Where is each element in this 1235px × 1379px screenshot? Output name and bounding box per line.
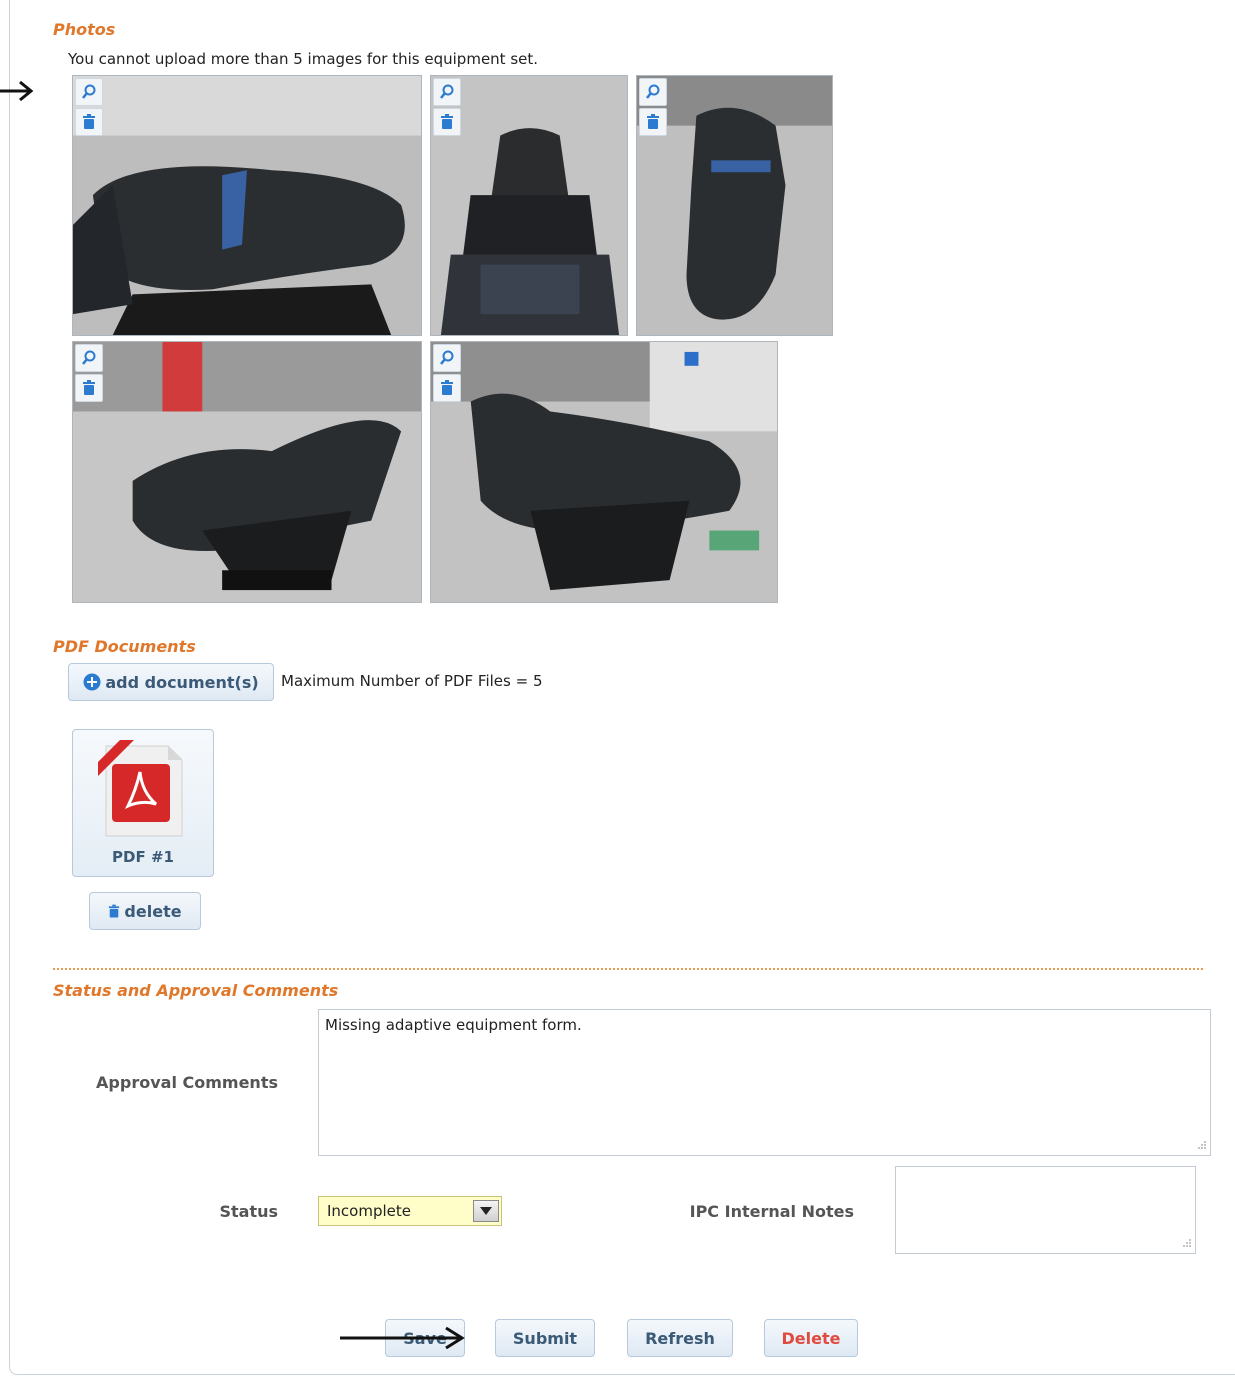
trash-icon[interactable] (433, 108, 461, 136)
photo-thumbnail-5[interactable] (430, 341, 778, 603)
zoom-icon[interactable] (639, 78, 667, 106)
photo-thumbnail-2[interactable] (430, 75, 628, 336)
approval-comments-value: Missing adaptive equipment form. (325, 1016, 582, 1034)
photos-section-title: Photos (53, 20, 116, 39)
zoom-icon[interactable] (75, 344, 103, 372)
add-document-label: add document(s) (105, 672, 259, 692)
photo-thumbnail-1[interactable] (72, 75, 422, 336)
pdf-item-label: PDF #1 (112, 848, 174, 866)
approval-comments-textarea[interactable]: Missing adaptive equipment form. (318, 1009, 1211, 1156)
pdf-section-title: PDF Documents (53, 637, 196, 656)
annotation-arrow-photos (0, 80, 34, 102)
delete-pdf-label: delete (124, 901, 182, 921)
trash-icon[interactable] (639, 108, 667, 136)
trash-icon[interactable] (75, 374, 103, 402)
pdf-item-1[interactable]: PDF #1 (72, 729, 214, 877)
delete-pdf-button[interactable]: delete (89, 892, 201, 930)
ipc-internal-notes-label: IPC Internal Notes (689, 1202, 854, 1221)
zoom-icon[interactable] (75, 78, 103, 106)
section-divider (53, 968, 1203, 970)
delete-button[interactable]: Delete (764, 1319, 858, 1357)
trash-icon[interactable] (433, 374, 461, 402)
add-circle-icon (83, 673, 101, 691)
zoom-icon[interactable] (433, 78, 461, 106)
photo-thumbnail-4[interactable] (72, 341, 422, 603)
approval-comments-label: Approval Comments (96, 1073, 278, 1092)
add-document-button[interactable]: add document(s) (68, 663, 274, 701)
pdf-file-icon (98, 740, 183, 837)
refresh-button[interactable]: Refresh (627, 1319, 733, 1357)
submit-button-label: Submit (512, 1328, 578, 1348)
pdf-max-note: Maximum Number of PDF Files = 5 (281, 672, 543, 690)
status-select-value: Incomplete (327, 1202, 411, 1220)
photo-5-image (431, 342, 777, 602)
annotation-arrow-save (340, 1326, 465, 1350)
ipc-internal-notes-textarea[interactable] (895, 1166, 1196, 1254)
photo-4-image (73, 342, 421, 602)
photo-thumbnail-3[interactable] (636, 75, 833, 336)
status-select[interactable]: Incomplete (318, 1196, 502, 1226)
photo-limit-note: You cannot upload more than 5 images for… (68, 50, 539, 68)
trash-icon (109, 904, 120, 917)
resize-grip-icon[interactable] (1181, 1239, 1191, 1249)
delete-button-label: Delete (781, 1328, 841, 1348)
trash-icon[interactable] (75, 108, 103, 136)
status-label: Status (219, 1202, 278, 1221)
status-section-title: Status and Approval Comments (53, 981, 339, 1000)
zoom-icon[interactable] (433, 344, 461, 372)
photo-1-image (73, 76, 421, 335)
resize-grip-icon[interactable] (1196, 1141, 1206, 1151)
submit-button[interactable]: Submit (495, 1319, 595, 1357)
refresh-button-label: Refresh (645, 1328, 715, 1348)
chevron-down-icon[interactable] (473, 1200, 499, 1222)
